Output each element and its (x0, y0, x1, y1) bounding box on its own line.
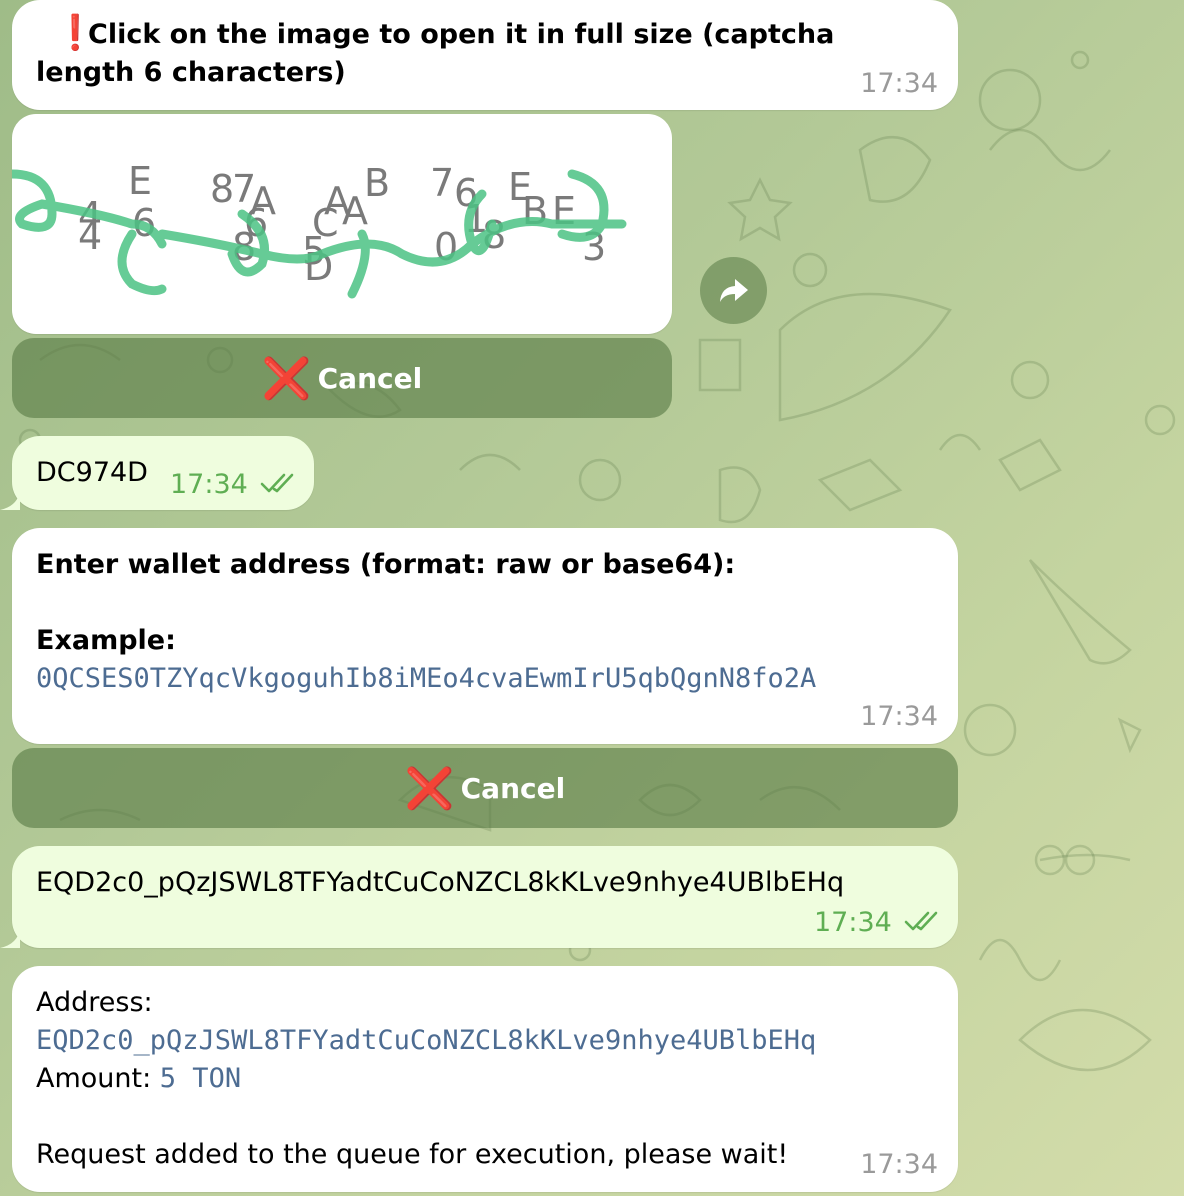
amount-row: Amount: 5 TON (36, 1060, 241, 1098)
bubble-tail (0, 490, 20, 510)
forward-arrow-icon (719, 278, 748, 302)
captcha-char: 8 (210, 167, 234, 211)
message-text: DC974D (36, 457, 148, 488)
message-captcha-instructions: ❗ Click on the image to open it in full … (12, 0, 958, 110)
address-label: Address: (36, 987, 153, 1018)
cross-mark-icon: ❌ (261, 355, 312, 402)
amount-value[interactable]: 5 TON (160, 1063, 241, 1094)
captcha-image[interactable]: E 6 4 4 8 7 A 6 8 A C A B 5 D 7 6 E 0 B … (12, 114, 672, 334)
cancel-button[interactable]: ❌ Cancel (12, 748, 958, 828)
cancel-button[interactable]: ❌ Cancel (12, 338, 672, 418)
message-time: 17:34 (860, 1149, 938, 1180)
captcha-char: 4 (78, 214, 102, 258)
amount-label: Amount: (36, 1063, 152, 1094)
captcha-char: E (128, 159, 152, 203)
double-check-icon (260, 473, 294, 493)
status-text: Request added to the queue for execution… (36, 1139, 789, 1170)
example-label: Example: (36, 625, 176, 656)
address-value[interactable]: EQD2c0_pQzJSWL8TFYadtCuCoNZCL8kKLve9nhye… (36, 1022, 816, 1060)
example-address-link[interactable]: 0QCSES0TZYqcVkgoguhIb8iMEo4cvaEwmIrU5qbQ… (36, 660, 816, 698)
message-text: EQD2c0_pQzJSWL8TFYadtCuCoNZCL8kKLve9nhye… (36, 867, 845, 898)
captcha-char: 7 (430, 161, 454, 205)
cancel-button-label: Cancel (317, 361, 423, 395)
message-time: 17:34 (814, 907, 892, 938)
message-enter-wallet: Enter wallet address (format: raw or bas… (12, 528, 958, 744)
captcha-image-canvas: E 6 4 4 8 7 A 6 8 A C A B 5 D 7 6 E 0 B … (12, 159, 627, 299)
captcha-char: B (364, 161, 390, 205)
message-text: Click on the image to open it in full si… (36, 19, 835, 88)
bubble-tail (0, 928, 20, 948)
double-check-icon (904, 911, 938, 931)
cross-mark-icon: ❌ (404, 765, 455, 812)
message-time: 17:34 (170, 469, 248, 500)
message-request-summary: Address: EQD2c0_pQzJSWL8TFYadtCuCoNZCL8k… (12, 966, 958, 1192)
message-text: Enter wallet address (format: raw or bas… (36, 549, 736, 580)
message-wallet-address: EQD2c0_pQzJSWL8TFYadtCuCoNZCL8kKLve9nhye… (12, 846, 958, 948)
message-captcha-answer: DC974D 17:34 (12, 436, 314, 510)
cancel-button-label: Cancel (460, 771, 566, 805)
forward-button[interactable] (700, 257, 767, 324)
message-time: 17:34 (860, 701, 938, 732)
message-time: 17:34 (860, 68, 938, 99)
